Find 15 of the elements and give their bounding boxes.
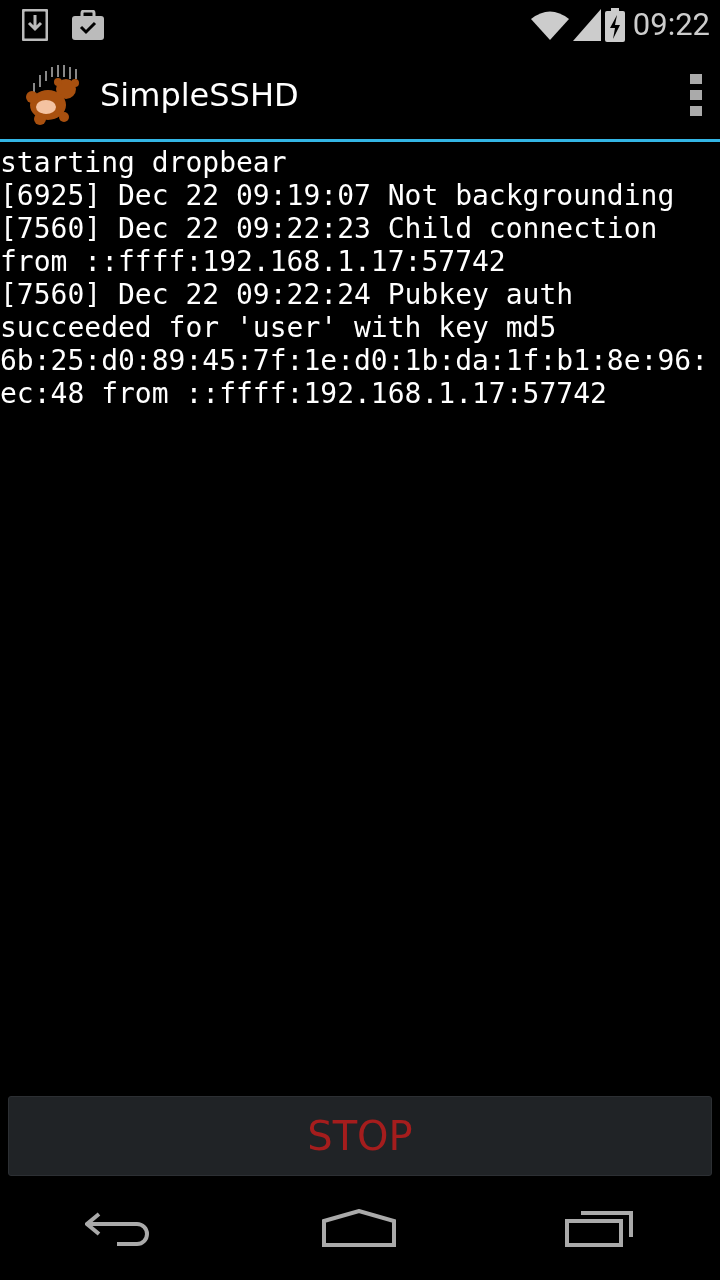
log-line: [6925] Dec 22 09:19:07 Not backgrounding [0,179,676,212]
download-icon [22,9,48,41]
recent-apps-icon[interactable] [565,1209,636,1247]
app-title: SimpleSSHD [100,74,299,116]
log-line: starting dropbear [0,146,288,179]
log-line: [7560] Dec 22 09:22:23 Child connection from ::ffff:192.168.1.17:57742 [0,212,659,278]
stop-button[interactable]: STOP [8,1096,712,1176]
briefcase-check-icon [72,10,104,40]
battery-charging-icon [604,8,625,42]
wifi-icon [530,10,569,40]
overflow-menu-icon[interactable] [690,73,702,116]
clock-time: 09:22 [632,4,710,45]
log-line: [7560] Dec 22 09:22:24 Pubkey auth succeeded for 'user' with key md5 6b:25:d0:89:45:7f:1e:d0:1b:da:1f:b1:8e:96:ec:48 from ::ffff:192.168.1.17:57742 [0,278,709,410]
home-icon[interactable] [322,1209,396,1247]
signal-icon [572,9,601,41]
